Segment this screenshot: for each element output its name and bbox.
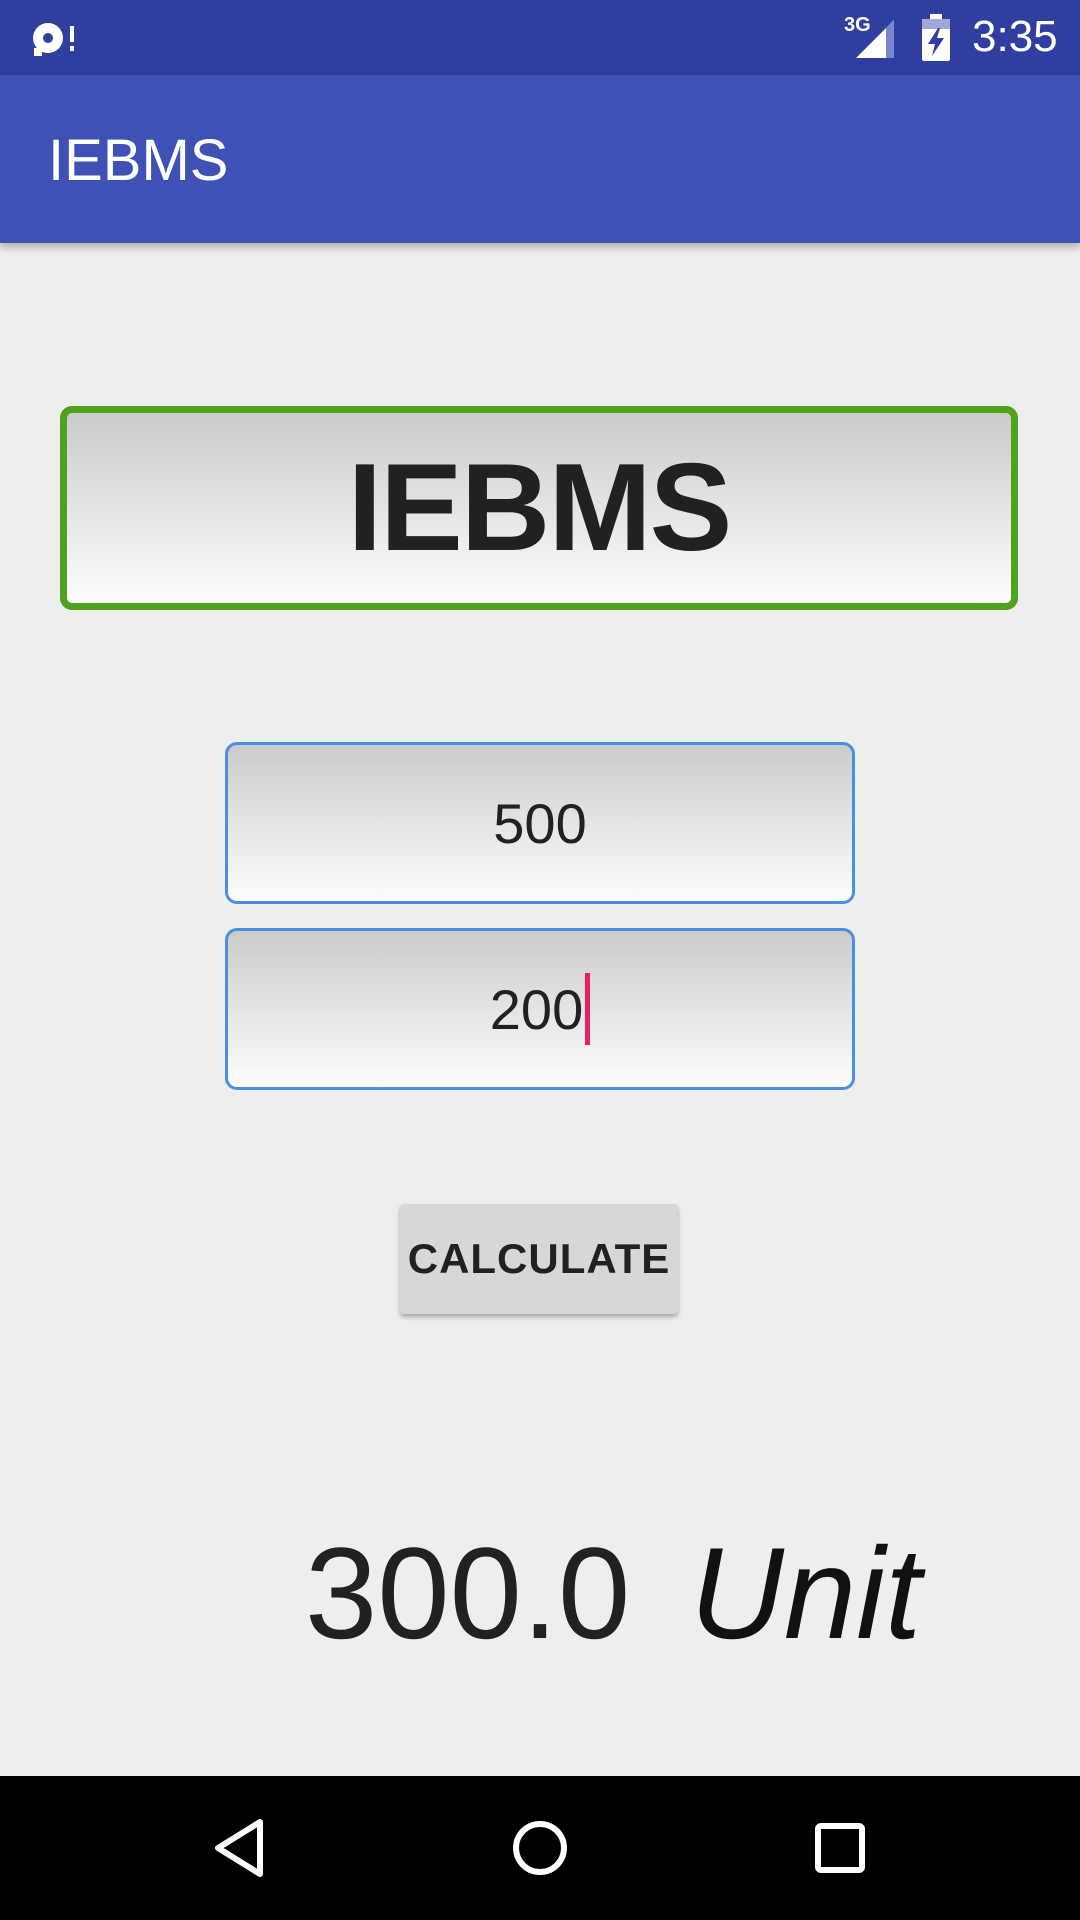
signal-icon (856, 20, 894, 58)
recent-apps-button[interactable] (790, 1798, 890, 1898)
header-box: IEBMS (60, 406, 1018, 610)
previous-reading-value: 500 (493, 791, 587, 855)
screen: 3G 3:35 IEBMS IEBMS 500 200 CALCULATE 30… (0, 0, 1080, 1920)
notification-icon (33, 23, 74, 56)
home-icon (513, 1821, 567, 1875)
back-icon (215, 1819, 263, 1877)
calculate-button[interactable]: CALCULATE (400, 1204, 678, 1314)
previous-reading-input[interactable]: 500 (225, 742, 855, 904)
back-button[interactable] (190, 1798, 290, 1898)
current-reading-input[interactable]: 200 (225, 928, 855, 1090)
home-button[interactable] (490, 1798, 590, 1898)
navigation-bar (0, 1776, 1080, 1920)
app-title: IEBMS (48, 128, 229, 193)
status-clock: 3:35 (972, 12, 1058, 61)
status-bar: 3G 3:35 (0, 0, 1080, 75)
battery-charging-icon (922, 14, 950, 61)
current-reading-value: 200 (489, 977, 584, 1041)
app-bar: IEBMS (0, 75, 1080, 243)
result-value: 300.0 (305, 1520, 631, 1666)
header-label: IEBMS (347, 439, 733, 577)
recent-apps-icon (815, 1823, 865, 1873)
result-unit: Unit (690, 1520, 922, 1666)
text-cursor (585, 973, 591, 1045)
